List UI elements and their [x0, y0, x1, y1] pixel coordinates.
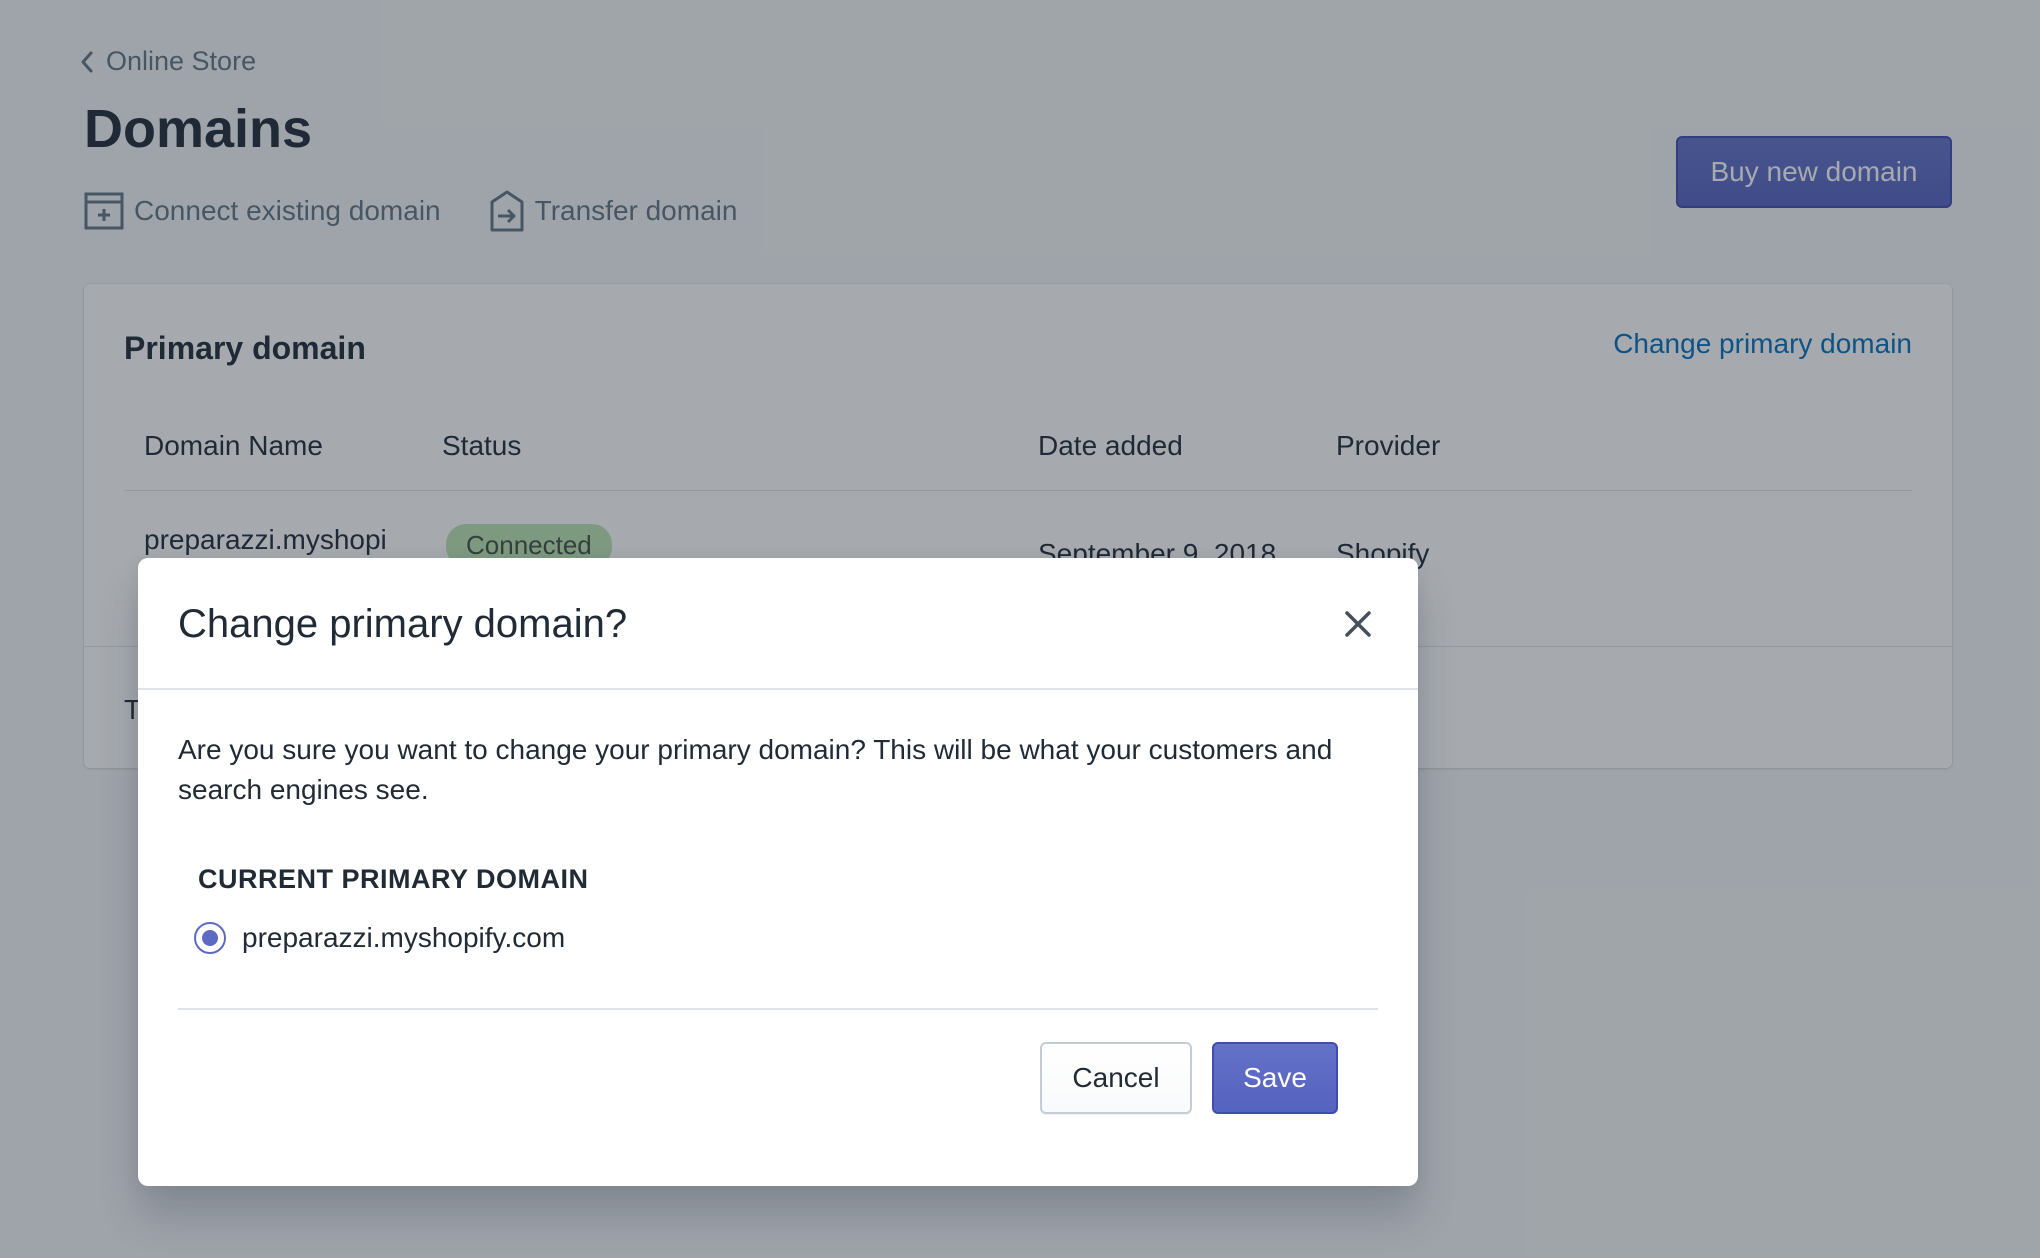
modal-divider [178, 1008, 1378, 1010]
change-primary-domain-modal: Change primary domain? Are you sure you … [138, 558, 1418, 1186]
save-button[interactable]: Save [1212, 1042, 1338, 1114]
cancel-button[interactable]: Cancel [1040, 1042, 1192, 1114]
modal-title: Change primary domain? [178, 602, 628, 646]
modal-header: Change primary domain? [138, 558, 1418, 690]
modal-body-text: Are you sure you want to change your pri… [178, 734, 1333, 805]
close-icon [1343, 609, 1373, 644]
current-primary-domain-label: CURRENT PRIMARY DOMAIN [198, 864, 589, 894]
domain-radio-option[interactable]: preparazzi.myshopify.com [194, 922, 565, 954]
close-button[interactable] [1334, 602, 1382, 650]
radio-selected-dot [202, 930, 218, 946]
domain-radio[interactable] [194, 922, 226, 954]
domain-radio-label: preparazzi.myshopify.com [242, 922, 566, 953]
